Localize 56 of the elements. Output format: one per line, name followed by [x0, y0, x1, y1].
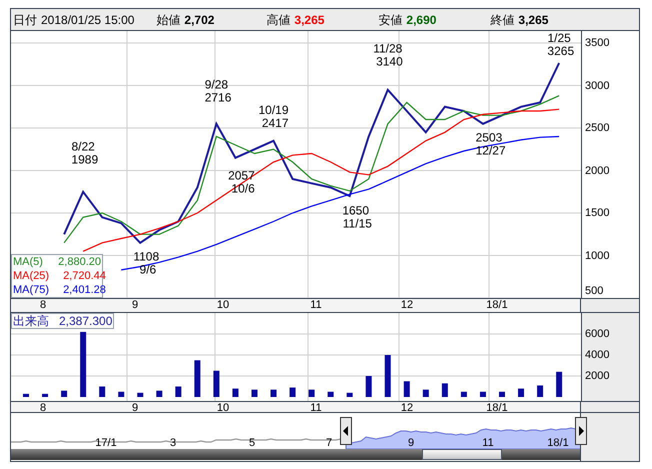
legend-value: 2,720.44 — [63, 269, 106, 283]
legend-label: MA(25) — [13, 269, 50, 283]
annotation-label: 1108 9/6 — [133, 249, 160, 276]
axis-label: 1500 — [585, 207, 610, 219]
month-label: 12 — [400, 402, 414, 414]
annotation-label: 1/25 3265 — [547, 31, 574, 58]
navigator-label: 17/1 — [95, 437, 117, 449]
annotation-label: 11/28 3140 — [373, 42, 403, 69]
axis-label: 500 — [585, 285, 604, 297]
price-value: 2,702 — [184, 12, 214, 28]
annotation-label: 8/22 1989 — [71, 139, 98, 166]
annotation-label: 9/28 2716 — [204, 78, 232, 105]
price-value: 3,265 — [294, 12, 324, 28]
month-label: 10 — [216, 402, 230, 414]
month-label: 11 — [310, 402, 322, 414]
price-value: 3,265 — [518, 12, 548, 28]
annotation-label: 2503 12/27 — [476, 130, 506, 158]
legend-value: 2,880.20 — [58, 255, 101, 269]
navigator-label: 18/1 — [547, 437, 569, 449]
volume-value: 2,387.300 — [59, 314, 112, 328]
navigator-label: 9 — [408, 437, 414, 449]
axis-label: 6000 — [585, 328, 610, 340]
month-label: 8 — [40, 299, 46, 311]
month-label: 9 — [132, 402, 138, 414]
price-label: 高値 — [266, 12, 290, 28]
navigator-label: 7 — [326, 437, 332, 449]
axis-label: 2500 — [585, 122, 610, 134]
axis-label: 2000 — [585, 370, 610, 382]
navigator-label: 11 — [482, 437, 494, 449]
legend-label: MA(75) — [13, 283, 50, 297]
date-label: 日付 — [13, 12, 37, 28]
price-label: 終値 — [490, 12, 514, 28]
date-value: 2018/01/25 15:00 — [41, 12, 134, 28]
legend-label: MA(5) — [13, 255, 43, 269]
month-label: 11 — [310, 299, 322, 311]
axis-label: 3000 — [585, 80, 610, 92]
price-label: 安値 — [378, 12, 402, 28]
legend-value: 2,401.28 — [63, 283, 106, 297]
volume-label: 出来高 — [13, 314, 49, 328]
axis-label: 4000 — [585, 349, 610, 361]
month-label: 18/1 — [486, 299, 508, 311]
price-label: 始値 — [156, 12, 180, 28]
month-label: 12 — [400, 299, 414, 311]
navigator-label: 5 — [248, 437, 256, 449]
annotation-label: 10/19 2417 — [258, 103, 289, 130]
axis-label: 3500 — [585, 37, 610, 49]
axis-label: 2000 — [585, 164, 610, 176]
month-label: 10 — [216, 299, 230, 311]
month-label: 18/1 — [486, 402, 508, 414]
annotation-label: 2057 10/6 — [228, 168, 255, 196]
price-value: 2,690 — [406, 12, 436, 28]
annotation-label: 1650 11/15 — [342, 203, 372, 230]
axis-label: 1000 — [585, 250, 610, 262]
month-label: 8 — [40, 402, 46, 414]
month-label: 9 — [132, 299, 138, 311]
navigator-label: 3 — [170, 437, 176, 449]
